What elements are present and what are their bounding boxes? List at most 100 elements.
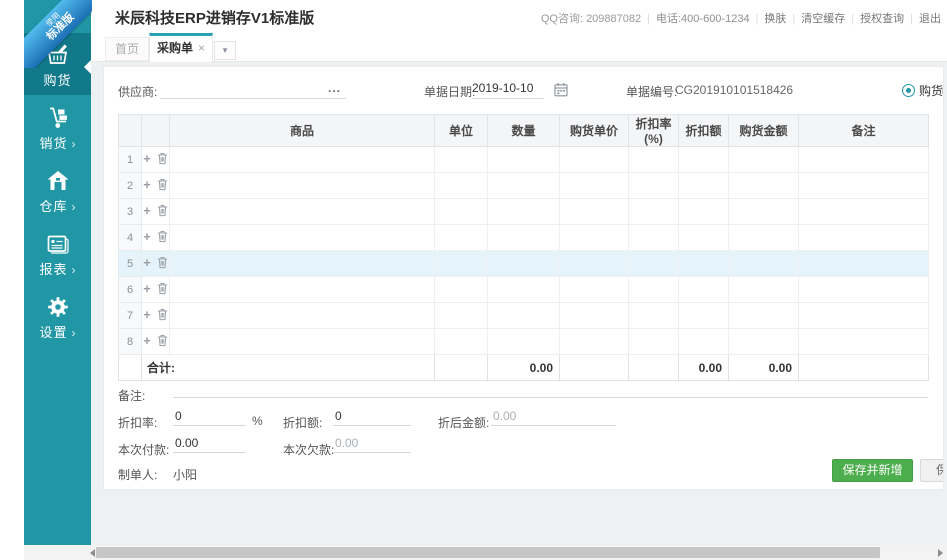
sidebar-item-warehouse[interactable]: 仓库 › xyxy=(24,159,91,221)
unit-cell[interactable] xyxy=(434,250,488,277)
discount-rate-input[interactable]: 0 xyxy=(173,409,246,426)
qty-cell[interactable] xyxy=(487,276,560,303)
discount-rate-cell[interactable] xyxy=(628,146,679,173)
discount-amount-input[interactable]: 0 xyxy=(333,409,411,426)
unit-price-cell[interactable] xyxy=(559,276,629,303)
qty-cell[interactable] xyxy=(487,172,560,199)
delete-row-icon[interactable] xyxy=(157,309,168,324)
unit-price-cell[interactable] xyxy=(559,302,629,329)
remark-cell[interactable] xyxy=(798,172,929,199)
add-row-icon[interactable]: + xyxy=(143,333,151,348)
add-row-icon[interactable]: + xyxy=(143,255,151,270)
discount-amount-cell[interactable] xyxy=(678,250,729,277)
sidebar-item-reports[interactable]: 报表 › xyxy=(24,222,91,284)
logout-link[interactable]: 退出 xyxy=(919,13,941,25)
discount-rate-cell[interactable] xyxy=(628,302,679,329)
delete-row-icon[interactable] xyxy=(157,335,168,350)
discount-amount-cell[interactable] xyxy=(678,146,729,173)
product-cell[interactable] xyxy=(169,146,435,173)
product-cell[interactable] xyxy=(169,224,435,251)
sidebar-item-settings[interactable]: 设置 › xyxy=(24,285,91,347)
product-cell[interactable] xyxy=(169,302,435,329)
add-row-icon[interactable]: + xyxy=(143,281,151,296)
license-query-link[interactable]: 授权查询 xyxy=(860,13,904,25)
remark-cell[interactable] xyxy=(798,302,929,329)
delete-row-icon[interactable] xyxy=(157,153,168,168)
discount-amount-cell[interactable] xyxy=(678,224,729,251)
unit-price-cell[interactable] xyxy=(559,172,629,199)
discount-rate-cell[interactable] xyxy=(628,276,679,303)
payment-input[interactable]: 0.00 xyxy=(173,436,246,453)
save-and-new-button[interactable]: 保存并新增 xyxy=(832,459,913,482)
unit-price-cell[interactable] xyxy=(559,224,629,251)
amount-cell[interactable] xyxy=(728,328,799,355)
remark-cell[interactable] xyxy=(798,328,929,355)
discount-amount-cell[interactable] xyxy=(678,328,729,355)
product-cell[interactable] xyxy=(169,250,435,277)
scroll-right-icon[interactable] xyxy=(938,549,943,557)
add-row-icon[interactable]: + xyxy=(143,203,151,218)
change-skin-link[interactable]: 换肤 xyxy=(764,13,786,25)
qty-cell[interactable] xyxy=(487,198,560,225)
close-icon[interactable]: × xyxy=(198,41,205,55)
qty-cell[interactable] xyxy=(487,250,560,277)
add-row-icon[interactable]: + xyxy=(143,307,151,322)
remark-cell[interactable] xyxy=(798,198,929,225)
amount-cell[interactable] xyxy=(728,198,799,225)
unit-price-cell[interactable] xyxy=(559,328,629,355)
clear-cache-link[interactable]: 清空缓存 xyxy=(801,13,845,25)
scroll-left-icon[interactable] xyxy=(90,549,95,557)
unit-cell[interactable] xyxy=(434,172,488,199)
delete-row-icon[interactable] xyxy=(157,205,168,220)
unit-price-cell[interactable] xyxy=(559,250,629,277)
add-row-icon[interactable]: + xyxy=(143,229,151,244)
discount-amount-cell[interactable] xyxy=(678,198,729,225)
remark-cell[interactable] xyxy=(798,224,929,251)
amount-cell[interactable] xyxy=(728,276,799,303)
amount-cell[interactable] xyxy=(728,146,799,173)
tab-purchase-order[interactable]: 采购单 × xyxy=(149,33,213,62)
sidebar-item-sales[interactable]: 销货 › xyxy=(24,96,91,158)
remark-cell[interactable] xyxy=(798,276,929,303)
amount-cell[interactable] xyxy=(728,302,799,329)
discount-rate-cell[interactable] xyxy=(628,250,679,277)
product-cell[interactable] xyxy=(169,328,435,355)
amount-cell[interactable] xyxy=(728,172,799,199)
unit-cell[interactable] xyxy=(434,302,488,329)
date-input[interactable]: 2019-10-10 xyxy=(472,81,544,99)
save-button[interactable]: 保存 xyxy=(920,459,943,482)
unit-cell[interactable] xyxy=(434,224,488,251)
discount-amount-cell[interactable] xyxy=(678,302,729,329)
add-row-icon[interactable]: + xyxy=(143,177,151,192)
discount-rate-cell[interactable] xyxy=(628,328,679,355)
purchase-radio[interactable] xyxy=(902,84,915,97)
delete-row-icon[interactable] xyxy=(157,179,168,194)
unit-cell[interactable] xyxy=(434,146,488,173)
product-cell[interactable] xyxy=(169,198,435,225)
qty-cell[interactable] xyxy=(487,224,560,251)
qty-cell[interactable] xyxy=(487,146,560,173)
unit-cell[interactable] xyxy=(434,198,488,225)
unit-cell[interactable] xyxy=(434,328,488,355)
remark-cell[interactable] xyxy=(798,250,929,277)
delete-row-icon[interactable] xyxy=(157,231,168,246)
supplier-input[interactable] xyxy=(160,79,346,99)
unit-price-cell[interactable] xyxy=(559,198,629,225)
product-cell[interactable] xyxy=(169,172,435,199)
remark-cell[interactable] xyxy=(798,146,929,173)
discount-amount-cell[interactable] xyxy=(678,276,729,303)
discount-rate-cell[interactable] xyxy=(628,198,679,225)
unit-cell[interactable] xyxy=(434,276,488,303)
tab-dropdown[interactable]: ▾ xyxy=(214,41,236,60)
delete-row-icon[interactable] xyxy=(157,283,168,298)
discount-rate-cell[interactable] xyxy=(628,172,679,199)
calendar-icon[interactable] xyxy=(554,82,568,100)
remark-input[interactable] xyxy=(173,381,928,398)
unit-price-cell[interactable] xyxy=(559,146,629,173)
tab-home[interactable]: 首页 xyxy=(105,37,149,61)
scrollbar-thumb[interactable] xyxy=(96,547,880,558)
amount-cell[interactable] xyxy=(728,224,799,251)
product-cell[interactable] xyxy=(169,276,435,303)
add-row-icon[interactable]: + xyxy=(143,151,151,166)
qty-cell[interactable] xyxy=(487,302,560,329)
